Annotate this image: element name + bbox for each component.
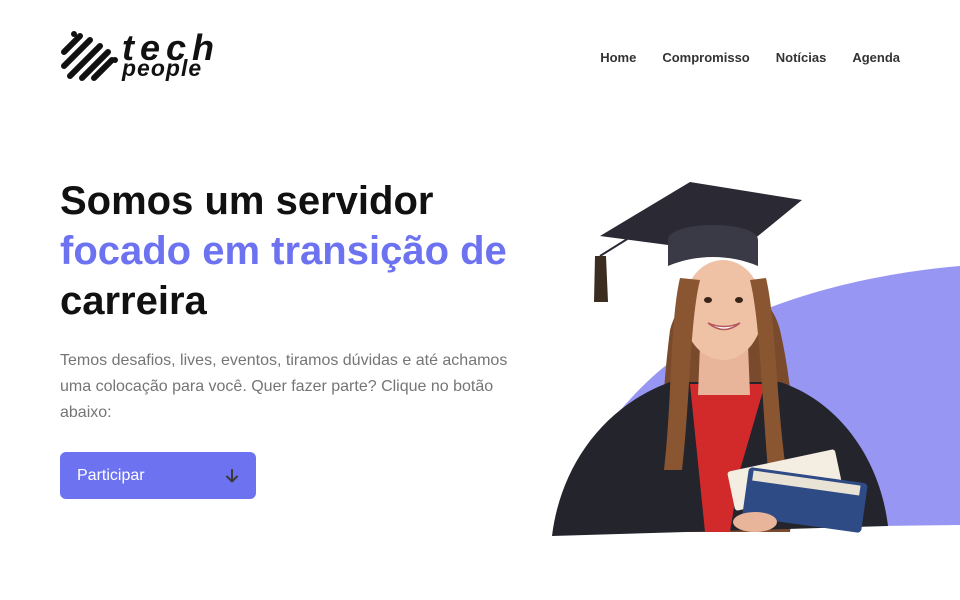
arrow-down-icon [226, 468, 238, 482]
participar-button-label: Participar [77, 466, 145, 484]
landing-page: tech people Home Compromisso Notícias Ag… [0, 0, 960, 600]
tech-people-logo[interactable]: tech people [60, 27, 240, 86]
participar-button[interactable]: Participar [60, 452, 256, 499]
nav-item-compromisso[interactable]: Compromisso [662, 50, 749, 65]
hero-subtext: Temos desafios, lives, eventos, tiramos … [60, 352, 508, 421]
headline-line-3: carreira [60, 279, 207, 323]
main-nav: Home Compromisso Notícias Agenda [600, 50, 900, 65]
hero-headline: Somos um servidor focado em transição de… [60, 176, 540, 326]
nav-item-home[interactable]: Home [600, 50, 636, 65]
headline-line-2-accent: focado em transição de [60, 229, 507, 273]
nav-item-agenda[interactable]: Agenda [852, 50, 900, 65]
nav-item-noticias[interactable]: Notícias [776, 50, 827, 65]
headline-line-1: Somos um servidor [60, 179, 434, 223]
logo-mark-icon [61, 31, 118, 81]
hero-illustration [552, 182, 960, 536]
logo-word-people: people [122, 55, 203, 81]
